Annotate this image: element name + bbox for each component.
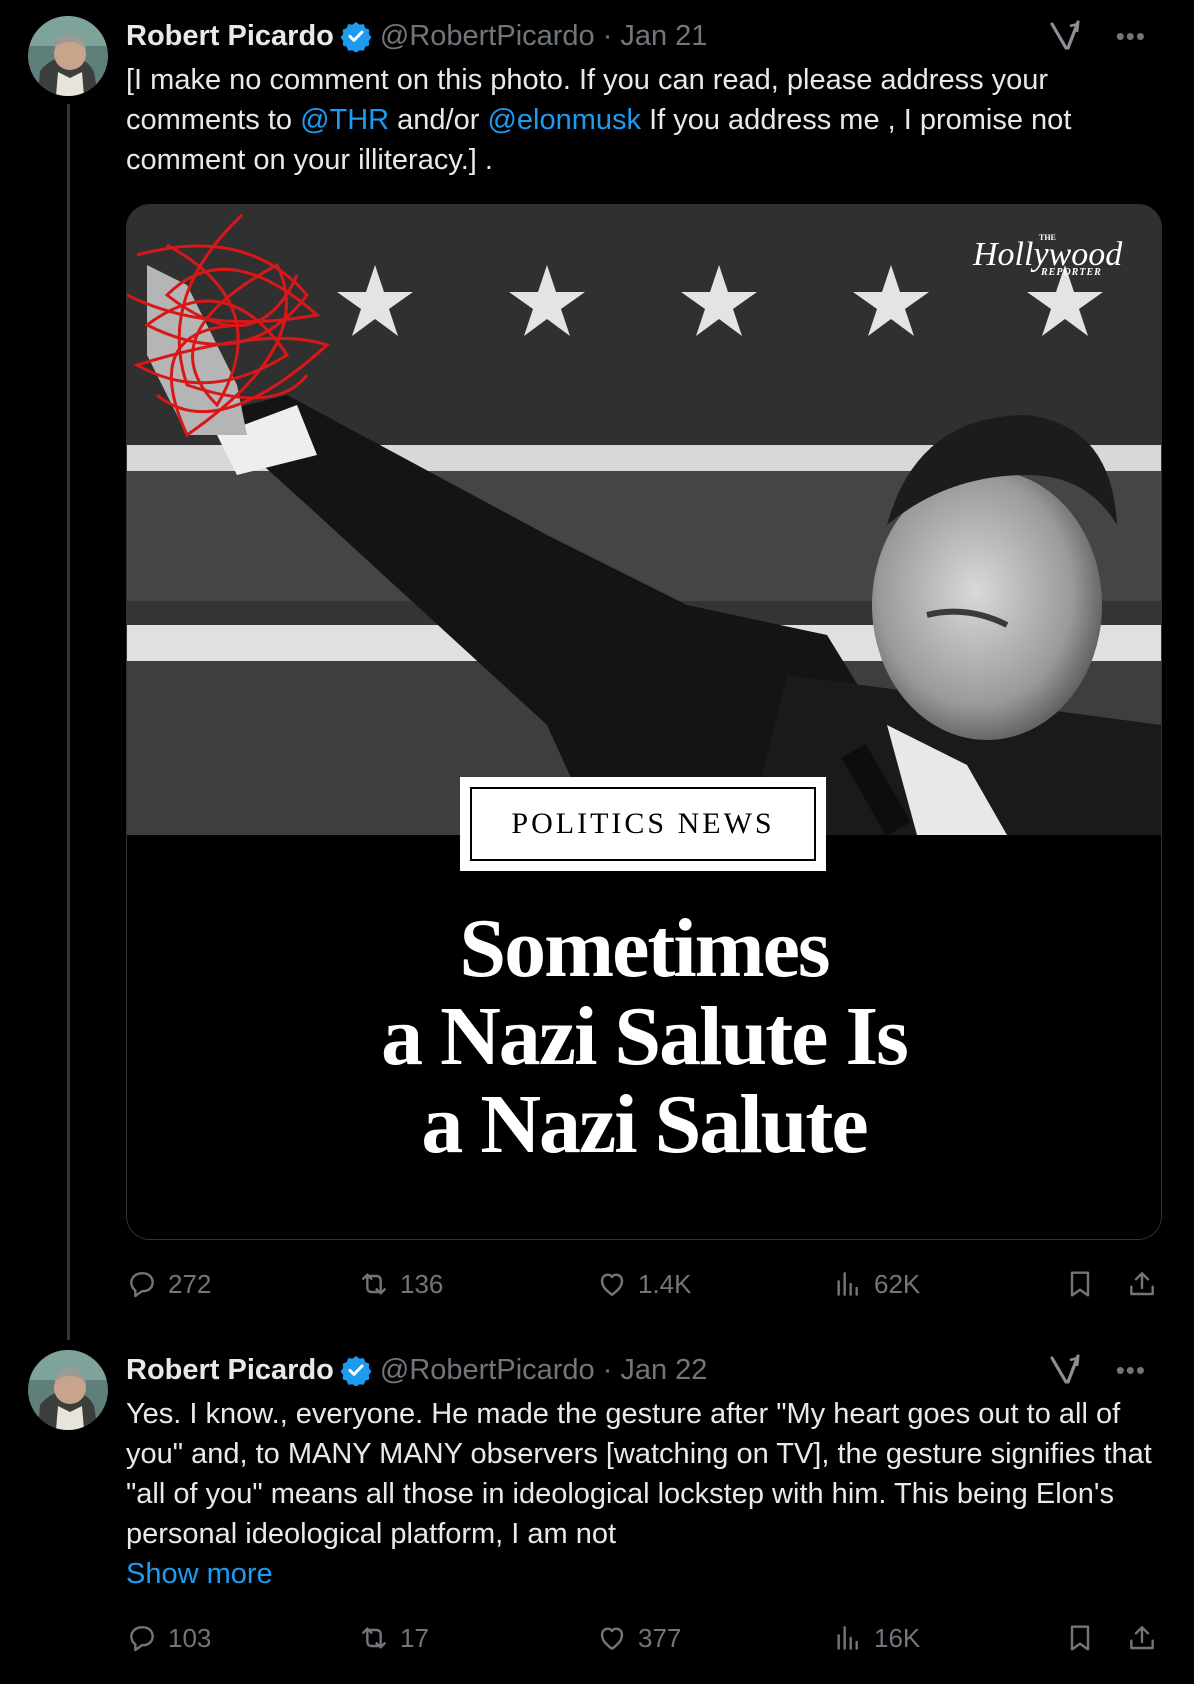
show-more-link[interactable]: Show more	[126, 1558, 273, 1590]
tweet-media-image[interactable]: THE Hollywood REPORTER POLITICS NEWS Som…	[126, 204, 1162, 1240]
reply-icon	[130, 1272, 154, 1298]
more-icon[interactable]: •••	[1116, 21, 1146, 52]
headline-line: Sometimes	[459, 902, 830, 995]
tweet-actions: 272 136 1.4K 62K	[126, 1262, 1160, 1306]
views-count: 16K	[874, 1622, 921, 1653]
mention-link[interactable]: @elonmusk	[487, 104, 641, 136]
grok-icon[interactable]	[1048, 18, 1084, 54]
repost-button[interactable]: 17	[358, 1616, 429, 1660]
like-button[interactable]: 1.4K	[596, 1262, 692, 1306]
share-button[interactable]	[1120, 1262, 1164, 1306]
verified-badge-icon	[340, 22, 372, 52]
share-icon	[1130, 1626, 1154, 1650]
tweet-text-segment: and/or	[389, 104, 488, 136]
mention-link[interactable]: @THR	[300, 104, 389, 136]
tweet-header: Robert Picardo @RobertPicardo · Jan 21 •…	[126, 16, 1174, 56]
headline: Sometimes a Nazi Salute Is a Nazi Salute	[127, 905, 1161, 1169]
tweet-date[interactable]: Jan 21	[620, 20, 707, 53]
tweet[interactable]: Robert Picardo @RobertPicardo · Jan 22 •…	[0, 1330, 1194, 1684]
like-icon	[600, 1273, 624, 1296]
bookmark-button[interactable]	[1058, 1616, 1102, 1660]
tweet-text: [I make no comment on this photo. If you…	[126, 60, 1176, 180]
hollywood-reporter-logo: THE Hollywood REPORTER	[973, 231, 1123, 281]
repost-icon	[362, 1273, 386, 1295]
author-handle[interactable]: @RobertPicardo	[380, 1354, 595, 1387]
like-count: 377	[638, 1622, 682, 1653]
bookmark-icon	[1070, 1625, 1090, 1651]
share-icon	[1130, 1272, 1154, 1296]
views-count: 62K	[874, 1268, 921, 1299]
repost-count: 17	[400, 1622, 429, 1653]
repost-count: 136	[400, 1268, 444, 1299]
views-icon	[837, 1626, 858, 1650]
separator: ·	[602, 19, 613, 52]
views-icon	[837, 1272, 858, 1296]
headline-line: a Nazi Salute Is	[381, 990, 909, 1083]
like-count: 1.4K	[638, 1268, 692, 1299]
views-button[interactable]: 16K	[832, 1616, 920, 1660]
more-icon[interactable]: •••	[1116, 1355, 1146, 1386]
bookmark-icon	[1070, 1271, 1090, 1297]
avatar[interactable]	[28, 1350, 108, 1430]
reply-count: 103	[168, 1622, 212, 1653]
reply-button[interactable]: 103	[126, 1616, 211, 1660]
bookmark-button[interactable]	[1058, 1262, 1102, 1306]
thread-connector-line	[67, 104, 70, 1340]
headline-line: a Nazi Salute	[421, 1078, 868, 1171]
reply-icon	[130, 1626, 154, 1652]
author-name[interactable]: Robert Picardo	[126, 20, 334, 53]
repost-button[interactable]: 136	[358, 1262, 443, 1306]
views-button[interactable]: 62K	[832, 1262, 920, 1306]
section-label: POLITICS NEWS	[511, 807, 775, 840]
tweet-actions: 103 17 377 16K	[126, 1616, 1160, 1660]
tweet-date[interactable]: Jan 22	[620, 1354, 707, 1387]
tweet[interactable]: Robert Picardo @RobertPicardo · Jan 21 •…	[0, 0, 1194, 1340]
section-label-box: POLITICS NEWS	[460, 777, 826, 871]
repost-icon	[362, 1627, 386, 1649]
share-button[interactable]	[1120, 1616, 1164, 1660]
author-handle[interactable]: @RobertPicardo	[380, 20, 595, 53]
reply-count: 272	[168, 1268, 212, 1299]
author-name[interactable]: Robert Picardo	[126, 1354, 334, 1387]
like-icon	[600, 1627, 624, 1650]
tweet-text-body: Yes. I know., everyone. He made the gest…	[126, 1398, 1152, 1550]
like-button[interactable]: 377	[596, 1616, 681, 1660]
verified-badge-icon	[340, 1356, 372, 1386]
separator: ·	[602, 1353, 613, 1386]
reply-button[interactable]: 272	[126, 1262, 211, 1306]
avatar[interactable]	[28, 16, 108, 96]
logo-sub: REPORTER	[1041, 267, 1102, 278]
tweet-text: Yes. I know., everyone. He made the gest…	[126, 1394, 1176, 1594]
grok-icon[interactable]	[1048, 1352, 1084, 1388]
tweet-header: Robert Picardo @RobertPicardo · Jan 22 •…	[126, 1350, 1174, 1390]
